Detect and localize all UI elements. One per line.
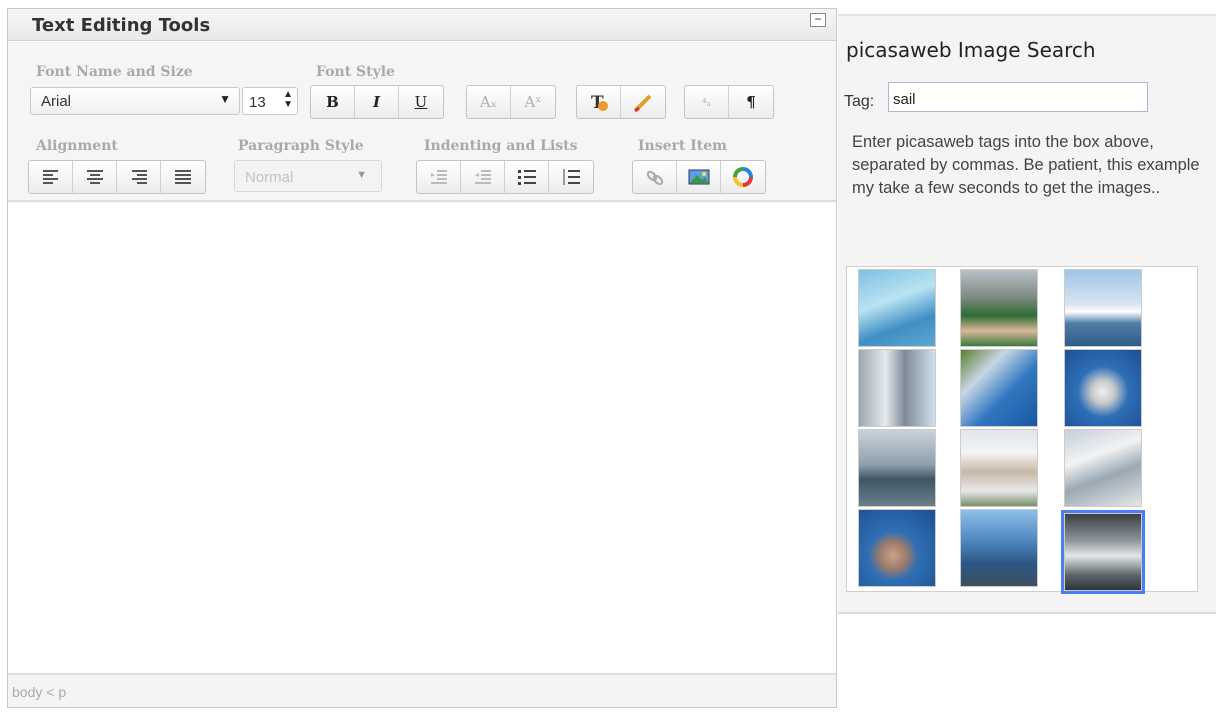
image-results-grid (846, 266, 1198, 594)
collapse-button[interactable]: − (810, 13, 826, 27)
thumbnail-8[interactable] (960, 509, 1038, 587)
help-text: Enter picasaweb tags into the box above,… (852, 133, 1200, 197)
insert-button-group (632, 160, 766, 194)
text-editor-panel: Text Editing Tools − Font Name and Size … (7, 8, 837, 708)
dropdown-arrow-icon: ▼ (356, 169, 367, 181)
alignment-group-label: Alignment (36, 138, 118, 154)
insert-image-button[interactable] (677, 161, 721, 193)
insert-link-button[interactable] (633, 161, 677, 193)
thumbnail-2[interactable] (858, 349, 936, 427)
font-group-label: Font Name and Size (36, 64, 193, 80)
italic-button[interactable]: I (355, 86, 399, 118)
outdent-button[interactable] (417, 161, 461, 193)
format-button-group: ⁴ₐ ¶ (684, 85, 774, 119)
color-button-group: T (576, 85, 666, 119)
thumbnail-12[interactable] (1061, 510, 1145, 594)
outdent-icon (430, 170, 447, 184)
indent-lists-group-label: Indenting and Lists (424, 138, 578, 154)
pilcrow-button[interactable]: ¶ (729, 86, 773, 118)
font-name-value: Arial (41, 93, 72, 110)
thumbnail-1[interactable] (858, 269, 936, 347)
thumbnail-11[interactable] (1064, 429, 1142, 507)
spinner-arrows-icon[interactable]: ▲ ▼ (283, 90, 293, 110)
editor-title: Text Editing Tools (32, 15, 211, 36)
indent-button[interactable] (461, 161, 505, 193)
highlight-button[interactable] (621, 86, 665, 118)
numbered-list-button[interactable] (549, 161, 593, 193)
image-icon (688, 169, 709, 185)
paragraph-style-value: Normal (245, 169, 294, 186)
font-style-group-label: Font Style (316, 64, 395, 80)
thumbnail-6[interactable] (960, 349, 1038, 427)
bullet-list-button[interactable] (505, 161, 549, 193)
align-justify-button[interactable] (161, 161, 205, 193)
subscript-button[interactable]: Aₓ (467, 86, 511, 118)
link-icon (646, 170, 663, 186)
align-justify-icon (175, 170, 191, 184)
remove-format-button[interactable]: ⁴ₐ (685, 86, 729, 118)
element-path: body < p (12, 684, 67, 700)
thumbnail-7[interactable] (960, 429, 1038, 507)
align-center-button[interactable] (73, 161, 117, 193)
bold-italic-underline-group: B I U (310, 85, 444, 119)
text-color-button[interactable]: T (577, 86, 621, 118)
dropdown-arrow-icon: ▼ (219, 92, 231, 106)
indent-list-button-group (416, 160, 594, 194)
align-right-button[interactable] (117, 161, 161, 193)
thumbnail-9[interactable] (1064, 269, 1142, 347)
thumbnail-5[interactable] (960, 269, 1038, 347)
tag-input[interactable] (888, 82, 1148, 112)
underline-button[interactable]: U (399, 86, 443, 118)
script-button-group: Aₓ Aˣ (466, 85, 556, 119)
search-panel-title: picasaweb Image Search (846, 38, 1096, 62)
numbered-list-icon (563, 169, 580, 185)
tag-label: Tag: (844, 93, 875, 110)
indent-icon (474, 170, 491, 184)
align-right-icon (131, 170, 147, 184)
paragraph-style-group-label: Paragraph Style (238, 138, 364, 154)
status-bar: body < p (8, 673, 836, 707)
paragraph-style-select[interactable]: Normal ▼ (234, 160, 382, 192)
editing-area[interactable] (8, 204, 836, 672)
image-search-panel: picasaweb Image Search Tag: Enter picasa… (838, 14, 1216, 614)
thumbnail-4[interactable] (858, 509, 936, 587)
bullet-list-icon (517, 170, 536, 185)
font-size-value: 13 (249, 94, 266, 111)
font-size-spinner[interactable]: 13 ▲ ▼ (242, 87, 298, 115)
align-left-icon (42, 170, 58, 184)
superscript-button[interactable]: Aˣ (511, 86, 555, 118)
bold-button[interactable]: B (311, 86, 355, 118)
editor-toolbar: Font Name and Size Font Style Alignment … (8, 42, 836, 202)
text-color-icon: T (591, 93, 608, 113)
align-left-button[interactable] (29, 161, 73, 193)
editor-header: Text Editing Tools − (8, 9, 836, 41)
align-center-icon (86, 170, 103, 184)
thumbnail-10[interactable] (1064, 349, 1142, 427)
alignment-button-group (28, 160, 206, 194)
thumbnail-3[interactable] (858, 429, 936, 507)
highlight-icon (634, 94, 652, 113)
insert-color-button[interactable] (721, 161, 765, 193)
color-wheel-icon (733, 167, 753, 187)
font-name-select[interactable]: Arial ▼ (30, 87, 240, 115)
insert-item-group-label: Insert Item (638, 138, 727, 154)
